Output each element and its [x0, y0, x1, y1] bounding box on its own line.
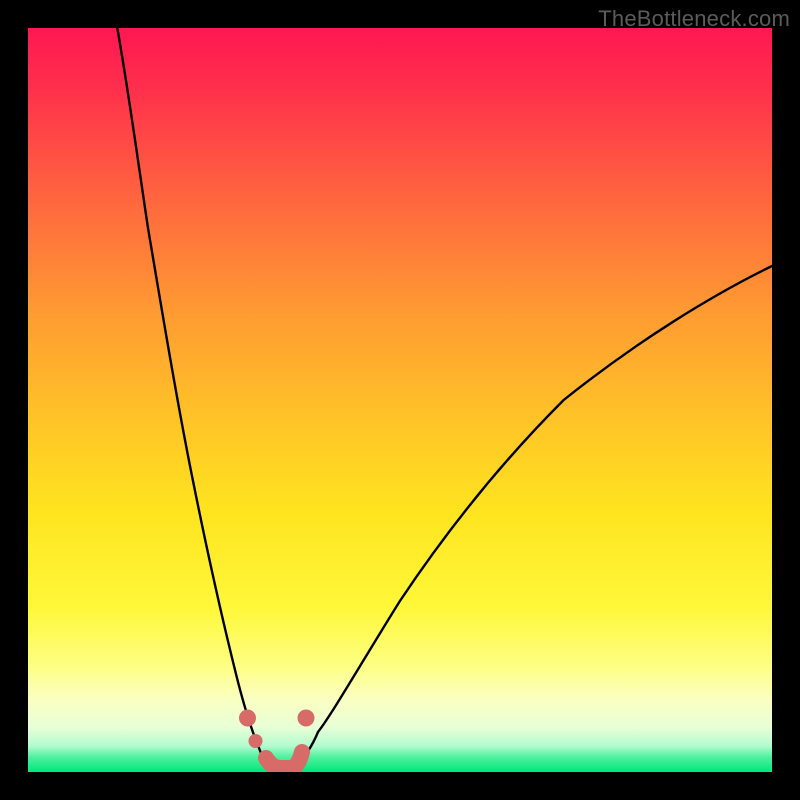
outer-frame: TheBottleneck.com	[0, 0, 800, 800]
left-curve	[117, 28, 268, 768]
trough-marker-path	[266, 752, 302, 768]
marker-right-upper	[298, 710, 315, 727]
marker-left-mid	[249, 734, 263, 748]
right-curve	[295, 266, 772, 768]
marker-left-upper	[239, 710, 256, 727]
curve-layer	[28, 28, 772, 772]
plot-area	[28, 28, 772, 772]
